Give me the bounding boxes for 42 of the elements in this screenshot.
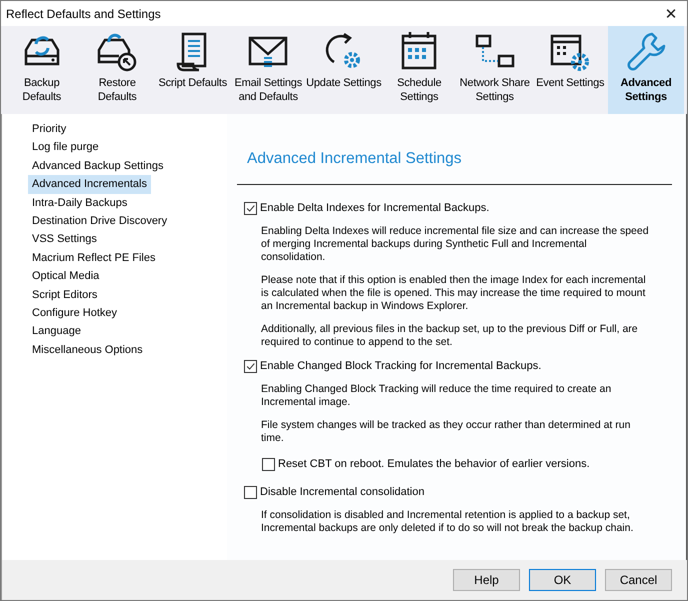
sidebar-item[interactable]: Intra-Daily Backups [28, 194, 132, 212]
toolbar-tab[interactable]: Restore Defaults [80, 26, 155, 114]
checkbox-option[interactable]: Reset CBT on reboot. Emulates the behavior of earlier versions. [262, 457, 672, 471]
description-text: Enabling Delta Indexes will reduce incremental file size and can increase the speed of merging Incremental backups during Synthetic Full and Incremental consolidation. [261, 225, 649, 264]
dialog-button[interactable]: Cancel [605, 569, 672, 591]
checkbox-option[interactable]: Enable Delta Indexes for Incremental Backups. [244, 201, 672, 215]
toolbar-tab[interactable]: Event Settings [532, 26, 608, 114]
sidebar-item[interactable]: VSS Settings [28, 230, 101, 249]
checkbox-option[interactable]: Enable Changed Block Tracking for Incremental Backups. [244, 359, 672, 373]
sidebar-item[interactable]: Macrium Reflect PE Files [28, 248, 160, 268]
checkbox[interactable] [262, 458, 275, 470]
sidebar-item[interactable]: Advanced Incrementals [28, 175, 151, 194]
checkbox-option[interactable]: Disable Incremental consolidation [244, 485, 672, 499]
toolbar-tab[interactable]: Schedule Settings [382, 26, 457, 114]
sidebar-item[interactable]: Configure Hotkey [28, 304, 121, 322]
description-text: File system changes will be tracked as they occur rather than determined at run time. [261, 419, 632, 445]
toolbar-tab[interactable]: Network Share Settings [457, 26, 532, 114]
window-title: Reflect Defaults and Settings [6, 6, 161, 20]
description-text: Additionally, all previous files in the backup set, up to the previous Diff or Full, are required to continue to append to the set. [261, 323, 639, 349]
section-heading: Advanced Incremental Settings [247, 150, 463, 168]
sidebar-item[interactable]: Optical Media [28, 267, 104, 286]
dialog-button[interactable]: Help [453, 569, 520, 591]
sidebar-item[interactable]: Destination Drive Discovery [28, 212, 172, 230]
description-text: If consolidation is disabled and Incremental retention is applied to a backup set, Incremental backups are only deleted if to do so will not break the backup chain. [261, 509, 634, 535]
sidebar-item[interactable]: Advanced Backup Settings [28, 156, 168, 176]
checkbox[interactable] [244, 202, 257, 214]
toolbar-tab[interactable]: Backup Defaults [4, 26, 80, 114]
checkbox[interactable] [244, 360, 257, 372]
sidebar-item[interactable]: Log file purge [28, 138, 103, 157]
toolbar-tab[interactable]: Email Settings and Defaults [230, 26, 306, 114]
sidebar-item[interactable]: Language [28, 322, 85, 341]
description-text: Please note that if this option is enabled then the image Index for each incremental is calculated when the file is opened. This may increase the time required to mount an Incremental backup in Windows Explorer. [261, 274, 647, 313]
sidebar-item[interactable]: Script Editors [28, 286, 102, 304]
toolbar-tab[interactable]: Script Defaults [155, 26, 230, 114]
sidebar-item[interactable]: Miscellaneous Options [28, 340, 147, 360]
dialog-button[interactable]: OK [529, 569, 596, 591]
sidebar-item[interactable]: Priority [28, 120, 70, 138]
close-button[interactable]: ✕ [655, 1, 687, 26]
toolbar-tab[interactable]: Advanced Settings [608, 26, 684, 114]
checkbox[interactable] [244, 486, 257, 498]
description-text: Enabling Changed Block Tracking will reduce the time required to create an Incremental image. [261, 383, 612, 409]
toolbar-tab[interactable]: Update Settings [306, 26, 382, 114]
